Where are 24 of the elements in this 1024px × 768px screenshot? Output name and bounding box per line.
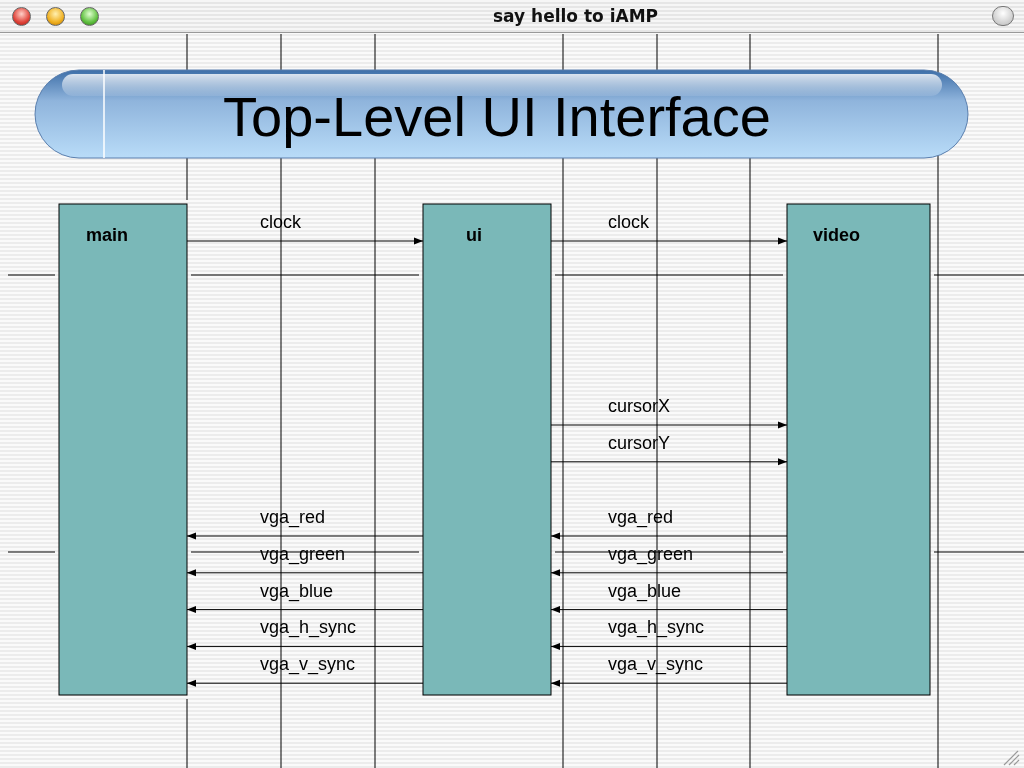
module-label: main [86,225,128,245]
signal-label: vga_v_sync [608,654,704,675]
resize-grip-icon[interactable] [1003,750,1020,766]
module-label: ui [466,225,482,245]
signal-label: vga_h_sync [608,617,705,638]
zoom-button[interactable] [80,6,99,26]
module-label: video [813,225,860,245]
window-title: say hello to iAMP [491,6,659,26]
signal-label: vga_red [260,507,326,527]
signal-label: cursorY [608,432,670,453]
signal-label: vga_v_sync [260,654,356,675]
signal-label: vga_green [260,543,346,564]
signal-label: cursorX [608,396,670,416]
close-button[interactable] [12,6,31,26]
signal-label: vga_blue [608,580,682,601]
minimize-button[interactable] [46,6,65,26]
signal-label: vga_blue [260,580,334,601]
signal-label: vga_h_sync [260,617,357,638]
toolbar-toggle-button[interactable] [992,6,1014,26]
signal-label: vga_green [608,543,694,564]
slide-title: Top-Level UI Interface [223,85,771,148]
signal-label: vga_red [608,507,674,527]
signal-label: clock [608,212,649,232]
signal-label: clock [260,212,301,232]
